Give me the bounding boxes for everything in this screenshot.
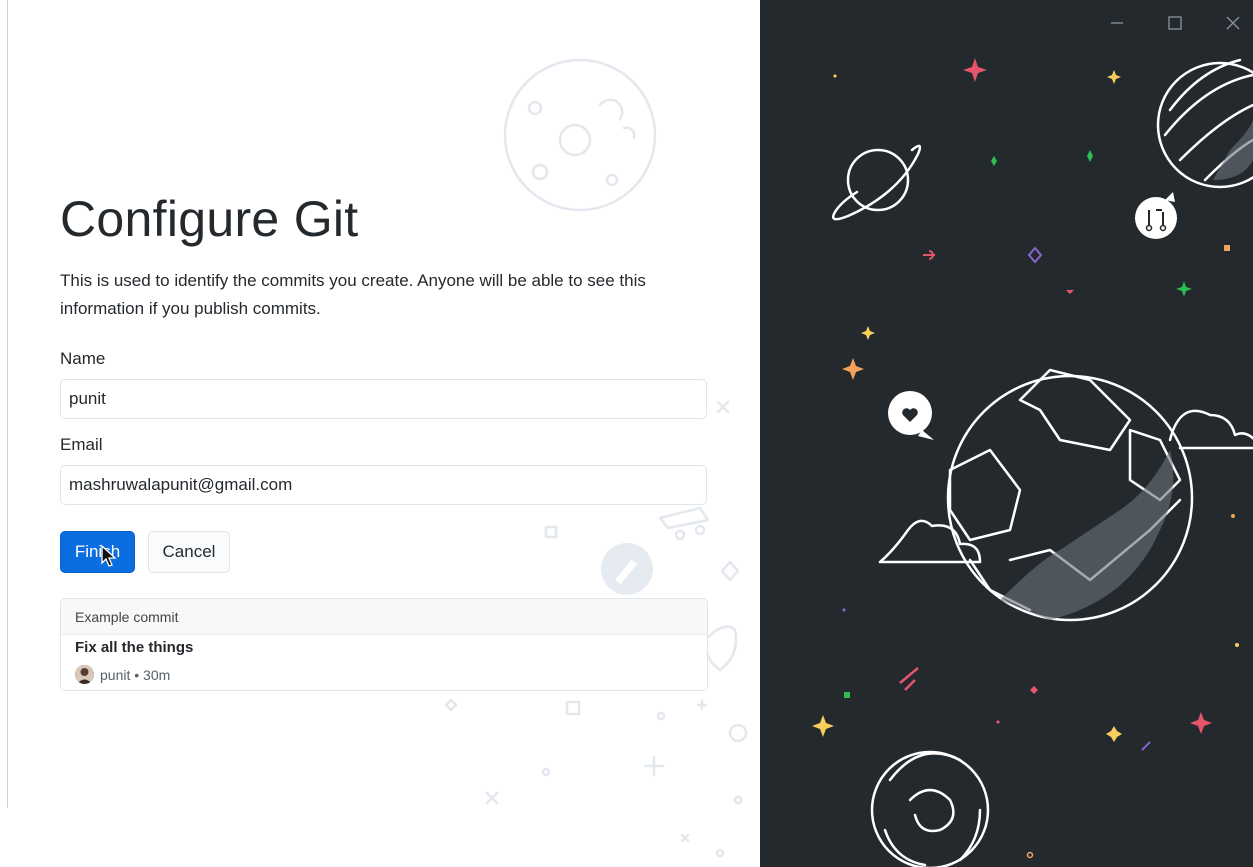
swirl-planet-icon	[870, 750, 990, 867]
space-illustration	[812, 58, 1253, 867]
example-commit-card: Example commit Fix all the things punit …	[60, 598, 708, 691]
page-title: Configure Git	[60, 191, 359, 247]
example-commit-message: Fix all the things	[75, 639, 194, 656]
star-icon	[812, 58, 1239, 859]
background-illustration	[444, 58, 748, 858]
example-commit-meta: punit • 30m	[75, 665, 170, 684]
email-input[interactable]	[60, 465, 707, 505]
heart-bubble-icon	[888, 391, 934, 440]
cancel-button[interactable]: Cancel	[148, 531, 230, 573]
panel-border	[7, 0, 8, 808]
example-commit-author-time: punit • 30m	[100, 666, 171, 683]
space-illustration-panel	[760, 0, 1253, 867]
ringed-planet-icon	[831, 144, 922, 221]
cloud-icon	[1168, 409, 1253, 442]
pull-request-bubble-icon	[1135, 192, 1177, 239]
mouse-cursor-icon	[101, 544, 117, 567]
example-commit-header: Example commit	[61, 599, 707, 635]
finish-button[interactable]: Finish	[60, 531, 135, 573]
setup-panel: Configure Git This is used to identify t…	[0, 0, 760, 867]
page-description: This is used to identify the commits you…	[60, 271, 646, 318]
name-label: Name	[60, 349, 106, 368]
moon-icon	[503, 58, 657, 212]
cloud-icon	[878, 519, 982, 564]
email-label: Email	[60, 435, 103, 454]
name-input[interactable]	[60, 379, 707, 419]
avatar	[75, 665, 94, 684]
